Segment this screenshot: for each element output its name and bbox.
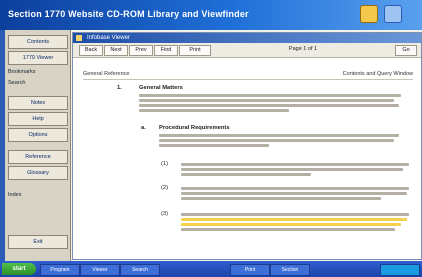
- start-button[interactable]: start: [2, 263, 36, 275]
- sidebar-item-viewer[interactable]: 1770 Viewer: [8, 51, 68, 65]
- sidebar-item-glossary[interactable]: Glossary: [8, 166, 68, 180]
- toolbar: Back Next Prev Find Print Page 1 of 1 Go: [73, 43, 421, 58]
- sidebar-item-notes[interactable]: Notes: [8, 96, 68, 110]
- tools-icon[interactable]: [384, 5, 402, 23]
- sidebar: Contents 1770 Viewer Bookmarks Search No…: [0, 30, 71, 261]
- print-button[interactable]: Print: [179, 45, 211, 56]
- section-block: General Matters: [139, 85, 409, 114]
- sidebar-item-reference[interactable]: Reference: [8, 150, 68, 164]
- text-line: [139, 104, 399, 107]
- text-line: [181, 173, 311, 176]
- sidebar-item-options[interactable]: Options: [8, 128, 68, 142]
- sidebar-item-index[interactable]: Index: [8, 192, 66, 198]
- text-line: [181, 187, 409, 190]
- subsection-block: Procedural Requirements: [159, 125, 409, 149]
- item-block: [181, 185, 411, 202]
- highlighted-line: [181, 218, 407, 221]
- back-button[interactable]: Back: [79, 45, 103, 56]
- subsection-number: a.: [141, 125, 146, 131]
- panel-title: Infobase Viewer: [87, 35, 130, 41]
- item-block: [181, 161, 411, 178]
- page-label: Page 1 of 1: [288, 46, 318, 52]
- app-banner: Section 1770 Website CD-ROM Library and …: [0, 0, 422, 30]
- section-number: 1.: [117, 85, 122, 91]
- document-icon: [76, 35, 82, 41]
- app-title: Section 1770 Website CD-ROM Library and …: [8, 9, 249, 19]
- task-viewer[interactable]: Viewer: [80, 264, 120, 276]
- sidebar-item-exit[interactable]: Exit: [8, 235, 68, 249]
- task-search[interactable]: Search: [120, 264, 160, 276]
- text-line: [139, 94, 401, 97]
- text-line: [181, 192, 407, 195]
- help-icon[interactable]: [360, 5, 378, 23]
- sidebar-item-contents[interactable]: Contents: [8, 35, 68, 49]
- sidebar-accent-bar: [0, 30, 5, 261]
- viewer-panel: Infobase Viewer Back Next Prev Find Prin…: [72, 32, 422, 260]
- item-number: (1): [161, 161, 169, 167]
- subsection-title: Procedural Requirements: [159, 125, 230, 131]
- task-section[interactable]: Section: [270, 264, 310, 276]
- prev-button[interactable]: Prev: [129, 45, 153, 56]
- task-print[interactable]: Print: [230, 264, 270, 276]
- text-line: [181, 197, 381, 200]
- text-line: [181, 163, 409, 166]
- text-line: [139, 99, 394, 102]
- text-line: [159, 134, 399, 137]
- item-block: [181, 211, 411, 233]
- document-body: 1. General Matters a. Procedural Require…: [73, 79, 421, 259]
- go-button[interactable]: Go: [395, 45, 417, 56]
- sidebar-item-bookmarks[interactable]: Bookmarks: [8, 69, 66, 75]
- next-button[interactable]: Next: [104, 45, 128, 56]
- system-tray: [380, 264, 420, 276]
- highlighted-line: [181, 223, 401, 226]
- item-number: (3): [161, 211, 169, 217]
- text-line: [181, 228, 395, 231]
- text-line: [139, 109, 289, 112]
- text-line: [159, 144, 269, 147]
- find-button[interactable]: Find: [154, 45, 178, 56]
- item-number: (2): [161, 185, 169, 191]
- address-right: Contents and Query Window: [342, 71, 413, 77]
- text-line: [181, 168, 403, 171]
- address-left: General Reference: [83, 71, 130, 77]
- panel-title-bar: Infobase Viewer: [73, 33, 421, 43]
- text-line: [181, 213, 409, 216]
- task-program[interactable]: Program: [40, 264, 80, 276]
- sidebar-item-search[interactable]: Search: [8, 80, 66, 86]
- sidebar-item-help[interactable]: Help: [8, 112, 68, 126]
- text-line: [159, 139, 394, 142]
- taskbar: start Program Viewer Search Print Sectio…: [0, 261, 422, 277]
- section-title: General Matters: [139, 85, 183, 91]
